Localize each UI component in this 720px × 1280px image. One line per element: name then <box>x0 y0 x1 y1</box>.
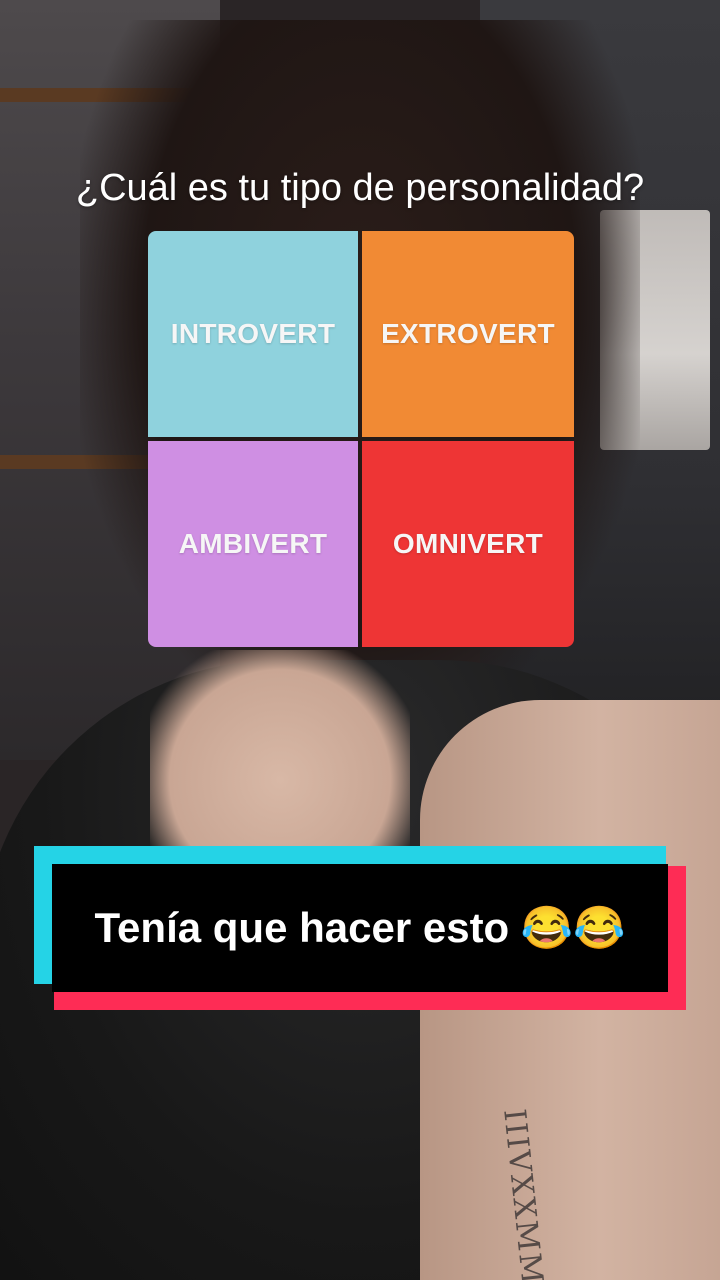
option-ambivert[interactable]: AMBIVERT <box>148 441 358 647</box>
option-introvert[interactable]: INTROVERT <box>148 231 358 437</box>
caption-text: Tenía que hacer esto 😂😂 <box>94 903 626 951</box>
caption-box: Tenía que hacer esto 😂😂 <box>52 864 668 992</box>
option-label: EXTROVERT <box>381 318 555 349</box>
option-extrovert[interactable]: EXTROVERT <box>362 231 574 437</box>
personality-grid: INTROVERT EXTROVERT AMBIVERT OMNIVERT <box>148 231 574 651</box>
option-omnivert[interactable]: OMNIVERT <box>362 441 574 647</box>
caption-sticker: Tenía que hacer esto 😂😂 <box>34 846 686 1010</box>
option-label: INTROVERT <box>170 318 336 349</box>
option-label: OMNIVERT <box>392 528 544 559</box>
question-text: ¿Cuál es tu tipo de personalidad? <box>75 167 645 209</box>
option-label: AMBIVERT <box>178 528 328 559</box>
